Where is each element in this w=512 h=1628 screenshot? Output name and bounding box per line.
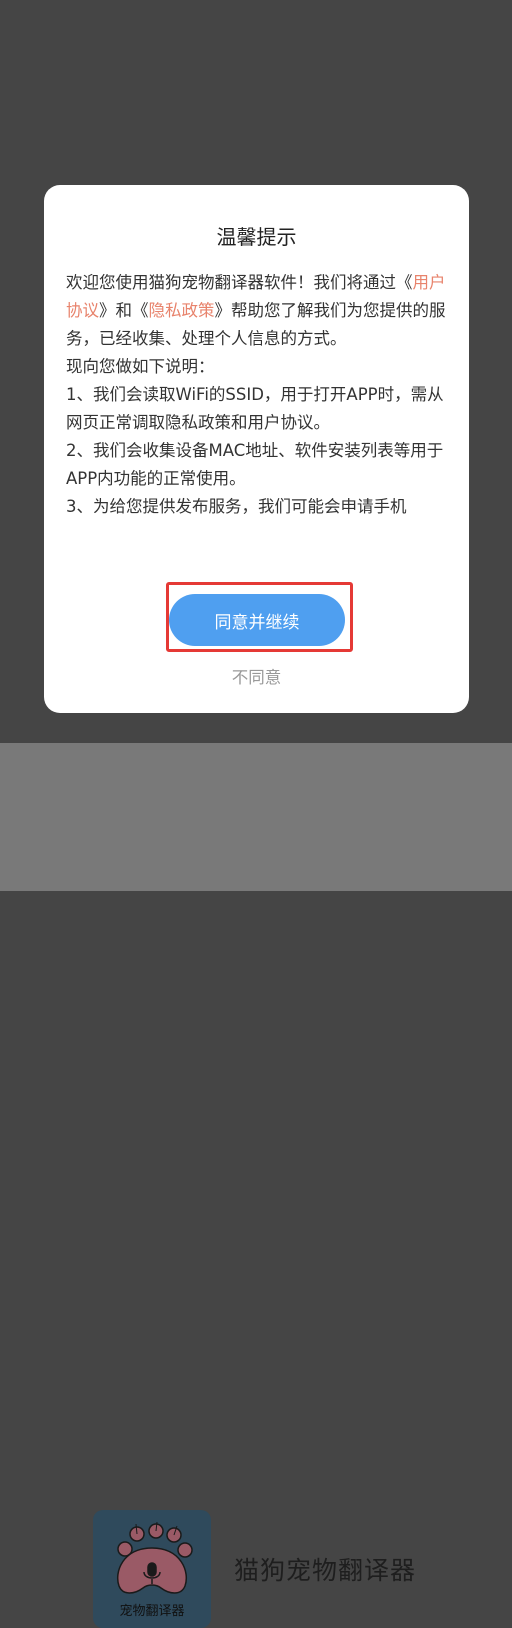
dialog-body[interactable]: 欢迎您使用猫狗宠物翻译器软件！我们将通过《用户协议》和《隐私政策》帮助您了解我们… [66,269,454,561]
list-item: 3、为给您提供发布服务，我们可能会申请手机 [66,497,407,516]
privacy-consent-dialog: 温馨提示 欢迎您使用猫狗宠物翻译器软件！我们将通过《用户协议》和《隐私政策》帮助… [44,185,469,713]
intro-text-between: 》和《 [99,301,149,320]
disagree-button[interactable]: 不同意 [44,664,469,688]
privacy-policy-link[interactable]: 隐私政策 [149,301,215,320]
intro-text-before: 欢迎您使用猫狗宠物翻译器软件！我们将通过《 [66,273,413,292]
paw-microphone-icon: 宠物翻译器 [117,1521,193,1619]
list-item: 1、我们会读取WiFi的SSID，用于打开APP时，需从网页正常调取隐私政策和用… [66,385,444,432]
dialog-title: 温馨提示 [216,225,297,249]
app-logo: 宠物翻译器 [93,1510,211,1628]
app-splash-footer: 宠物翻译器 猫狗宠物翻译器 [0,743,512,1628]
agree-continue-button[interactable]: 同意并继续 [169,594,345,646]
list-item: 2、我们会收集设备MAC地址、软件安装列表等用于APP内功能的正常使用。 [66,441,444,488]
app-name: 猫狗宠物翻译器 [234,1556,417,1585]
intro-paragraph: 欢迎您使用猫狗宠物翻译器软件！我们将通过《用户协议》和《隐私政策》帮助您了解我们… [66,269,454,353]
explain-line: 现向您做如下说明： [66,357,215,376]
app-icon-text: 宠物翻译器 [119,1603,184,1619]
